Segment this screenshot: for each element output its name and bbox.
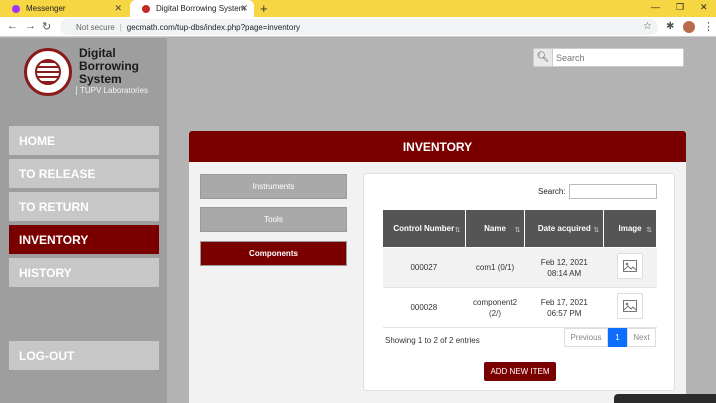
logout-button[interactable]: LOG-OUT <box>9 341 159 370</box>
extensions-icon[interactable]: ✱ <box>666 21 674 32</box>
search-input[interactable] <box>556 51 680 64</box>
table-row[interactable]: 000028 component2 (2/) Feb 17, 2021 06:57 … <box>382 287 657 328</box>
cell-date: Feb 12, 2021 08:14 AM <box>524 247 604 288</box>
messenger-icon <box>12 4 20 13</box>
sort-icon: ⇅ <box>514 227 521 234</box>
panel-title: INVENTORY <box>189 131 686 162</box>
separator: | <box>119 22 122 32</box>
top-search: 🔍︎ <box>533 48 684 67</box>
window-close-icon[interactable]: ✕ <box>700 2 708 13</box>
next-page-button[interactable]: Next <box>627 328 656 347</box>
cell-name: component2 (2/) <box>465 287 525 328</box>
browser-tab-bar: Messenger ✕ Digital Borrowing System ✕ +… <box>0 0 716 17</box>
forward-icon[interactable]: → <box>25 20 36 32</box>
column-header-date-acquired[interactable]: Date acquired ⇅ <box>524 209 605 248</box>
site-favicon-icon <box>142 4 150 13</box>
table-row[interactable]: 000027 com1 (0/1) Feb 12, 2021 08:14 AM <box>382 247 657 288</box>
reload-icon[interactable]: ↻ <box>42 20 51 33</box>
sort-icon: ⇅ <box>593 227 600 234</box>
avatar[interactable] <box>683 21 695 33</box>
more-options-icon[interactable]: ⋮ <box>703 20 714 33</box>
cell-control-number: 000028 <box>382 287 466 328</box>
back-icon[interactable]: ← <box>7 20 18 32</box>
tup-logo-icon <box>24 48 72 96</box>
brand-title: Digital Borrowing System <box>79 46 139 86</box>
tab-label: Digital Borrowing System <box>156 4 246 13</box>
cell-date: Feb 17, 2021 06:57 PM <box>524 287 604 328</box>
sidebar-item-to-return[interactable]: TO RETURN <box>9 192 159 221</box>
sidebar-item-to-release[interactable]: TO RELEASE <box>9 159 159 188</box>
page-1-button[interactable]: 1 <box>608 328 627 347</box>
maximize-icon[interactable]: ❐ <box>676 2 684 13</box>
minimize-icon[interactable]: — <box>651 2 660 12</box>
add-new-item-button[interactable]: ADD NEW ITEM <box>484 362 556 381</box>
column-header-name[interactable]: Name ⇅ <box>464 209 526 248</box>
address-bar: ← → ↻ Not secure | gecmath.com/tup-dbs/i… <box>0 17 716 37</box>
table-search-input[interactable] <box>569 184 657 199</box>
cell-name: com1 (0/1) <box>465 247 525 288</box>
column-header-control-number[interactable]: Control Number ⇅ <box>382 209 466 248</box>
tab-label: Messenger <box>26 4 66 13</box>
image-placeholder-icon[interactable] <box>617 253 644 279</box>
pagination: Previous 1 Next <box>564 328 656 347</box>
inventory-table-card: Search: Control Number ⇅ Name ⇅ Date acqui… <box>363 173 675 391</box>
new-tab-icon[interactable]: + <box>260 1 268 16</box>
sort-icon: ⇅ <box>646 227 652 234</box>
previous-page-button[interactable]: Previous <box>564 328 608 347</box>
table-info: Showing 1 to 2 of 2 entries <box>385 336 480 345</box>
url-text: gecmath.com/tup-dbs/index.php?page=inven… <box>126 22 300 32</box>
not-secure-label: Not secure <box>76 22 115 32</box>
sidebar-item-inventory[interactable]: INVENTORY <box>9 225 159 254</box>
star-icon[interactable]: ☆ <box>643 21 652 32</box>
url-field[interactable]: Not secure | gecmath.com/tup-dbs/index.p… <box>60 19 658 35</box>
brand-subtitle: TUPV Laboratories <box>76 86 148 95</box>
chat-widget[interactable] <box>614 394 716 403</box>
cell-control-number: 000027 <box>382 247 466 288</box>
close-icon[interactable]: ✕ <box>114 3 122 14</box>
sidebar-item-history[interactable]: HISTORY <box>9 258 159 287</box>
column-header-image[interactable]: Image ⇅ <box>603 209 657 248</box>
image-placeholder-icon[interactable] <box>617 293 644 319</box>
inventory-table: Control Number ⇅ Name ⇅ Date acquired ⇅ Ima… <box>382 209 657 328</box>
search-icon[interactable]: 🔍︎ <box>534 49 553 66</box>
category-components-button[interactable]: Components <box>200 241 347 266</box>
cell-image <box>603 287 657 328</box>
tab-messenger[interactable]: Messenger ✕ <box>0 0 128 17</box>
sort-icon: ⇅ <box>454 227 461 234</box>
cell-image <box>603 247 657 288</box>
table-search-label: Search: <box>538 187 566 196</box>
tab-digital-borrowing[interactable]: Digital Borrowing System ✕ <box>130 0 254 17</box>
category-instruments-button[interactable]: Instruments <box>200 174 347 199</box>
inventory-panel: INVENTORY Instruments Tools Components S… <box>189 131 686 403</box>
category-tools-button[interactable]: Tools <box>200 207 347 232</box>
close-icon[interactable]: ✕ <box>240 3 248 14</box>
sidebar-item-home[interactable]: HOME <box>9 126 159 155</box>
